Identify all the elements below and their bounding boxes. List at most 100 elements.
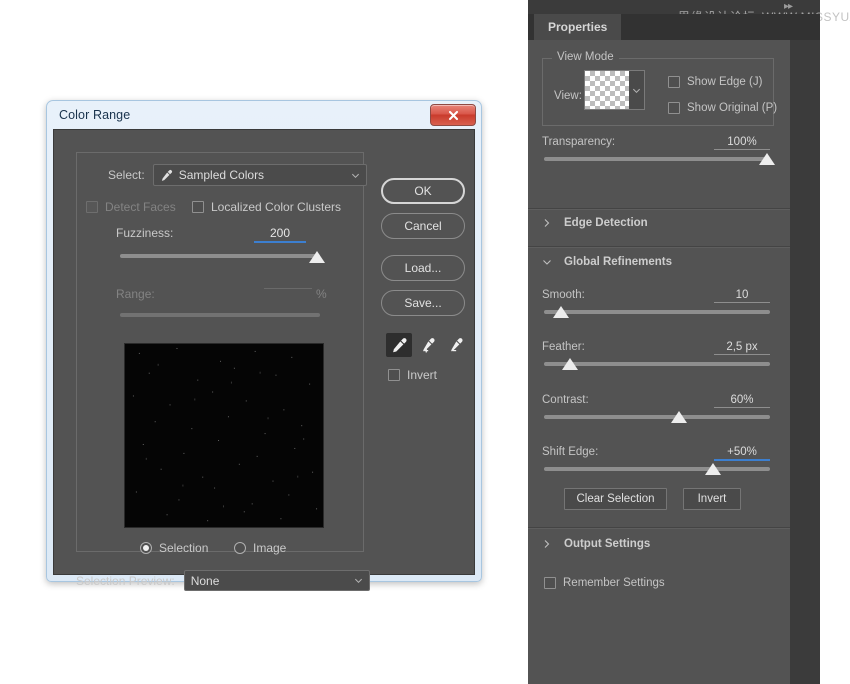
transparency-value[interactable]: 100% — [714, 136, 770, 150]
panel-right-gutter — [790, 40, 820, 684]
localized-color-clusters-checkbox[interactable]: Localized Color Clusters — [192, 200, 341, 214]
localized-color-clusters-checkbox-box — [192, 201, 204, 213]
eyedropper-sample-button[interactable] — [386, 333, 412, 357]
eyedropper-add-button[interactable] — [414, 333, 440, 357]
contrast-slider-thumb[interactable] — [671, 411, 687, 423]
shift-edge-slider-track[interactable] — [544, 467, 770, 471]
feather-value[interactable]: 2,5 px — [714, 341, 770, 355]
eyedropper-subtract-icon — [447, 337, 464, 354]
preview-noise — [125, 344, 323, 527]
contrast-slider-track[interactable] — [544, 415, 770, 419]
view-swatch-arrow — [629, 71, 644, 109]
shift-edge-value[interactable]: +50% — [714, 446, 770, 461]
preview-mode-selection-radio-button — [140, 542, 152, 554]
remember-settings-label: Remember Settings — [563, 577, 665, 589]
cancel-button[interactable]: Cancel — [381, 213, 465, 239]
chevron-down-icon — [542, 257, 552, 267]
preview-mode-image-radio[interactable]: Image — [234, 541, 286, 555]
section-edge-detection[interactable]: Edge Detection — [542, 217, 648, 229]
save-button[interactable]: Save... — [381, 290, 465, 316]
section-output-settings[interactable]: Output Settings — [542, 538, 650, 550]
dialog-body: Select: Sampled Colors Detect Faces Loca… — [53, 129, 475, 575]
show-original-checkbox[interactable]: Show Original (P) — [668, 102, 777, 114]
invert-label: Invert — [407, 368, 437, 382]
chevron-down-icon — [354, 576, 363, 585]
fuzziness-slider-track[interactable] — [120, 254, 320, 258]
detect-faces-checkbox-box — [86, 201, 98, 213]
localized-color-clusters-label: Localized Color Clusters — [211, 200, 341, 214]
remember-settings-checkbox-box — [544, 577, 556, 589]
chevron-right-icon — [542, 539, 552, 549]
section-edge-detection-title: Edge Detection — [564, 217, 648, 229]
color-range-preview-thumbnail[interactable] — [124, 343, 324, 528]
section-global-refinements-title: Global Refinements — [564, 256, 672, 268]
chevron-down-icon — [632, 86, 641, 95]
smooth-slider-thumb[interactable] — [553, 306, 569, 318]
show-edge-checkbox-box — [668, 76, 680, 88]
smooth-value[interactable]: 10 — [714, 289, 770, 303]
load-button[interactable]: Load... — [381, 255, 465, 281]
detect-faces-label: Detect Faces — [105, 200, 176, 214]
close-icon — [448, 110, 459, 121]
selection-preview-dropdown[interactable]: None — [184, 570, 370, 591]
feather-slider-thumb[interactable] — [562, 358, 578, 370]
eyedropper-subtract-button[interactable] — [442, 333, 468, 357]
close-button[interactable] — [430, 104, 476, 126]
tab-properties[interactable]: Properties — [534, 14, 621, 40]
dialog-titlebar[interactable]: Color Range — [47, 101, 481, 129]
range-unit-label: % — [316, 287, 327, 301]
panel-top-strip — [528, 0, 820, 14]
invert-button[interactable]: Invert — [683, 488, 741, 510]
preview-mode-image-radio-button — [234, 542, 246, 554]
select-row: Select: Sampled Colors — [108, 164, 367, 186]
eyedropper-add-icon — [419, 337, 436, 354]
clear-selection-button[interactable]: Clear Selection — [564, 488, 667, 510]
chevron-down-icon — [351, 171, 360, 180]
view-swatch-dropdown[interactable] — [584, 70, 645, 110]
contrast-value[interactable]: 60% — [714, 394, 770, 408]
selection-preview-row: Selection Preview: None — [76, 570, 370, 591]
dialog-title: Color Range — [59, 108, 130, 122]
show-edge-checkbox[interactable]: Show Edge (J) — [668, 76, 762, 88]
view-label: View: — [554, 90, 582, 102]
transparency-slider-track[interactable] — [544, 157, 770, 161]
fuzziness-slider-thumb[interactable] — [309, 251, 325, 263]
range-slider-track[interactable] — [120, 313, 320, 317]
transparency-checkerboard-swatch — [585, 71, 629, 109]
select-label: Select: — [108, 168, 145, 182]
ok-button[interactable]: OK — [381, 178, 465, 204]
chevron-right-icon — [542, 218, 552, 228]
section-divider — [528, 208, 790, 210]
smooth-label: Smooth: — [542, 289, 585, 301]
detect-faces-checkbox[interactable]: Detect Faces — [86, 200, 176, 214]
smooth-slider-track[interactable] — [544, 310, 770, 314]
invert-checkbox-box — [388, 369, 400, 381]
fuzziness-label: Fuzziness: — [116, 226, 173, 240]
eyedropper-icon — [160, 169, 173, 182]
panel-tabbar: Properties — [528, 14, 820, 40]
remember-settings-checkbox[interactable]: Remember Settings — [544, 577, 665, 589]
show-original-checkbox-box — [668, 102, 680, 114]
preview-mode-selection-radio[interactable]: Selection — [140, 541, 208, 555]
shift-edge-label: Shift Edge: — [542, 446, 598, 458]
section-global-refinements[interactable]: Global Refinements — [542, 256, 672, 268]
fuzziness-value[interactable]: 200 — [254, 226, 306, 243]
preview-mode-image-label: Image — [253, 541, 286, 555]
range-value[interactable] — [264, 287, 312, 289]
transparency-slider-thumb[interactable] — [759, 153, 775, 165]
panel-content: View Mode View: Show Edge (J) Show Origi… — [528, 40, 790, 684]
show-edge-label: Show Edge (J) — [687, 76, 762, 88]
eyedropper-sample-icon — [391, 337, 408, 354]
selection-preview-value: None — [191, 574, 354, 588]
selection-preview-label: Selection Preview: — [76, 574, 175, 588]
section-output-settings-title: Output Settings — [564, 538, 650, 550]
double-chevron-right-icon[interactable]: ▸▸ — [784, 2, 792, 12]
feather-label: Feather: — [542, 341, 585, 353]
color-range-dialog: Color Range Select: Sampled Colors — [46, 100, 482, 582]
range-label: Range: — [116, 287, 155, 301]
select-dropdown[interactable]: Sampled Colors — [153, 164, 367, 186]
properties-panel: ▸▸ 思缘设计论坛WWW.MISSYUAN.COM Properties Vie… — [528, 0, 820, 684]
select-value: Sampled Colors — [179, 168, 351, 182]
shift-edge-slider-thumb[interactable] — [705, 463, 721, 475]
invert-checkbox[interactable]: Invert — [388, 368, 437, 382]
